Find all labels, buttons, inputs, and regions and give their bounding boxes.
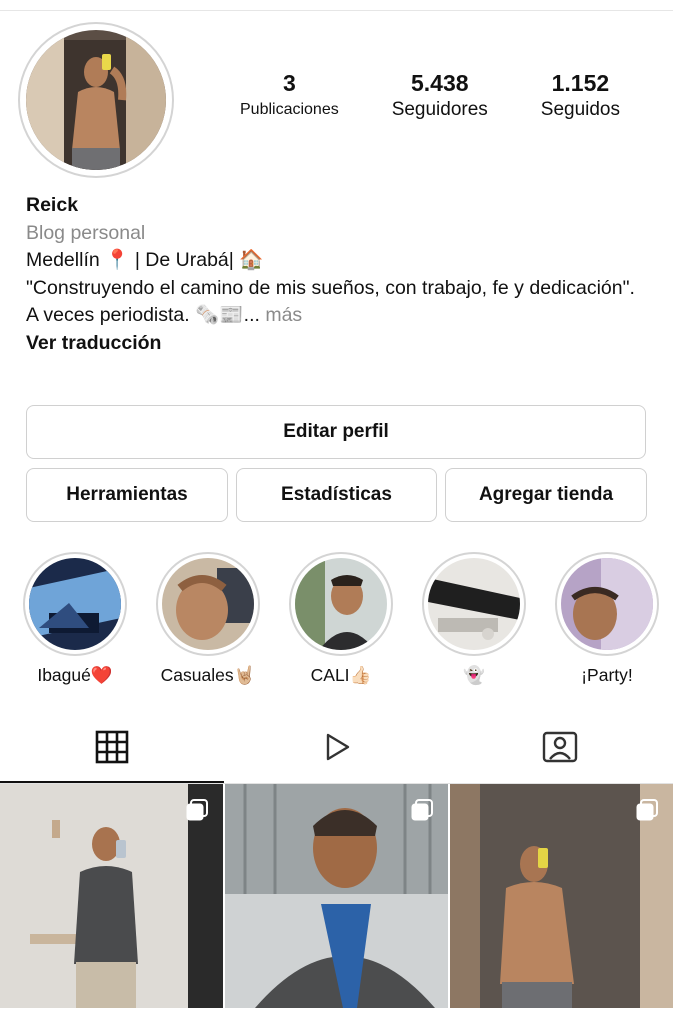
tab-tagged[interactable] [448, 712, 672, 782]
profile-category: Blog personal [26, 221, 146, 244]
highlight-label: ¡Party! [581, 665, 633, 685]
add-shop-button[interactable]: Agregar tienda [445, 468, 647, 522]
following-label: Seguidos [540, 99, 620, 120]
story-highlights: Ibagué❤️ Casuales🤘🏼 CALI👍🏻 👻 ¡Party! [0, 552, 673, 692]
bio-line-quote: "Construyendo el camino de mis sueños, c… [26, 276, 635, 299]
multiple-posts-icon [411, 799, 433, 821]
highlight-cover [162, 558, 254, 650]
tab-posts-grid[interactable] [0, 712, 224, 782]
bio-line-occupation: A veces periodista. 🗞️📰... más [26, 302, 646, 330]
highlight-ring [289, 552, 393, 656]
highlight-label: Ibagué❤️ [37, 665, 113, 685]
highlight-item[interactable]: 👻 [422, 552, 526, 686]
insights-button[interactable]: Estadísticas [236, 468, 437, 522]
highlight-item[interactable]: Ibagué❤️ [23, 552, 127, 686]
highlight-cover [428, 558, 520, 650]
posts-label: Publicaciones [240, 101, 339, 118]
highlight-ring [23, 552, 127, 656]
post-thumbnail[interactable] [450, 784, 673, 1008]
stat-following[interactable]: 1.152 Seguidos [541, 68, 620, 122]
tab-reels[interactable] [224, 712, 448, 782]
profile-bio: Reick Blog personal Medellín 📍 | De Urab… [26, 192, 646, 357]
edit-profile-button[interactable]: Editar perfil [26, 405, 646, 459]
reels-play-icon [326, 733, 350, 761]
active-tab-indicator [0, 781, 224, 783]
profile-tabs [0, 712, 673, 784]
highlight-ring [422, 552, 526, 656]
bio-occupation-text: A veces periodista. 🗞️📰... [26, 304, 260, 326]
tagged-person-icon [542, 731, 578, 763]
highlight-cover [29, 558, 121, 650]
highlight-label: CALI👍🏻 [310, 665, 372, 685]
highlight-label: 👻 [463, 665, 485, 685]
followers-count: 5.438 [410, 70, 469, 96]
profile-avatar[interactable] [18, 22, 174, 178]
posts-count: 3 [282, 70, 296, 96]
highlight-label: Casuales🤘🏼 [160, 665, 256, 685]
stat-posts[interactable]: 3 Publicaciones [240, 68, 339, 122]
highlight-cover [561, 558, 653, 650]
more-link[interactable]: más [265, 304, 302, 326]
tools-button[interactable]: Herramientas [26, 468, 228, 522]
top-divider [0, 10, 673, 11]
highlight-item[interactable]: CALI👍🏻 [289, 552, 393, 686]
grid-icon [95, 730, 129, 764]
highlight-ring [156, 552, 260, 656]
highlight-item[interactable]: Casuales🤘🏼 [156, 552, 260, 686]
highlight-item[interactable]: ¡Party! [555, 552, 659, 686]
highlight-cover [295, 558, 387, 650]
highlight-ring [555, 552, 659, 656]
stat-followers[interactable]: 5.438 Seguidores [392, 68, 488, 122]
bio-line-location: Medellín 📍 | De Urabá| 🏠 [26, 249, 264, 271]
posts-grid [0, 784, 673, 1024]
followers-label: Seguidores [391, 99, 488, 120]
avatar-photo [26, 30, 166, 170]
multiple-posts-icon [636, 799, 658, 821]
multiple-posts-icon [186, 799, 208, 821]
profile-name: Reick [26, 194, 79, 216]
post-thumbnail[interactable] [225, 784, 448, 1008]
see-translation-link[interactable]: Ver traducción [26, 330, 646, 358]
profile-stats: 3 Publicaciones 5.438 Seguidores 1.152 S… [240, 68, 620, 122]
following-count: 1.152 [551, 70, 610, 96]
post-thumbnail[interactable] [0, 784, 223, 1008]
